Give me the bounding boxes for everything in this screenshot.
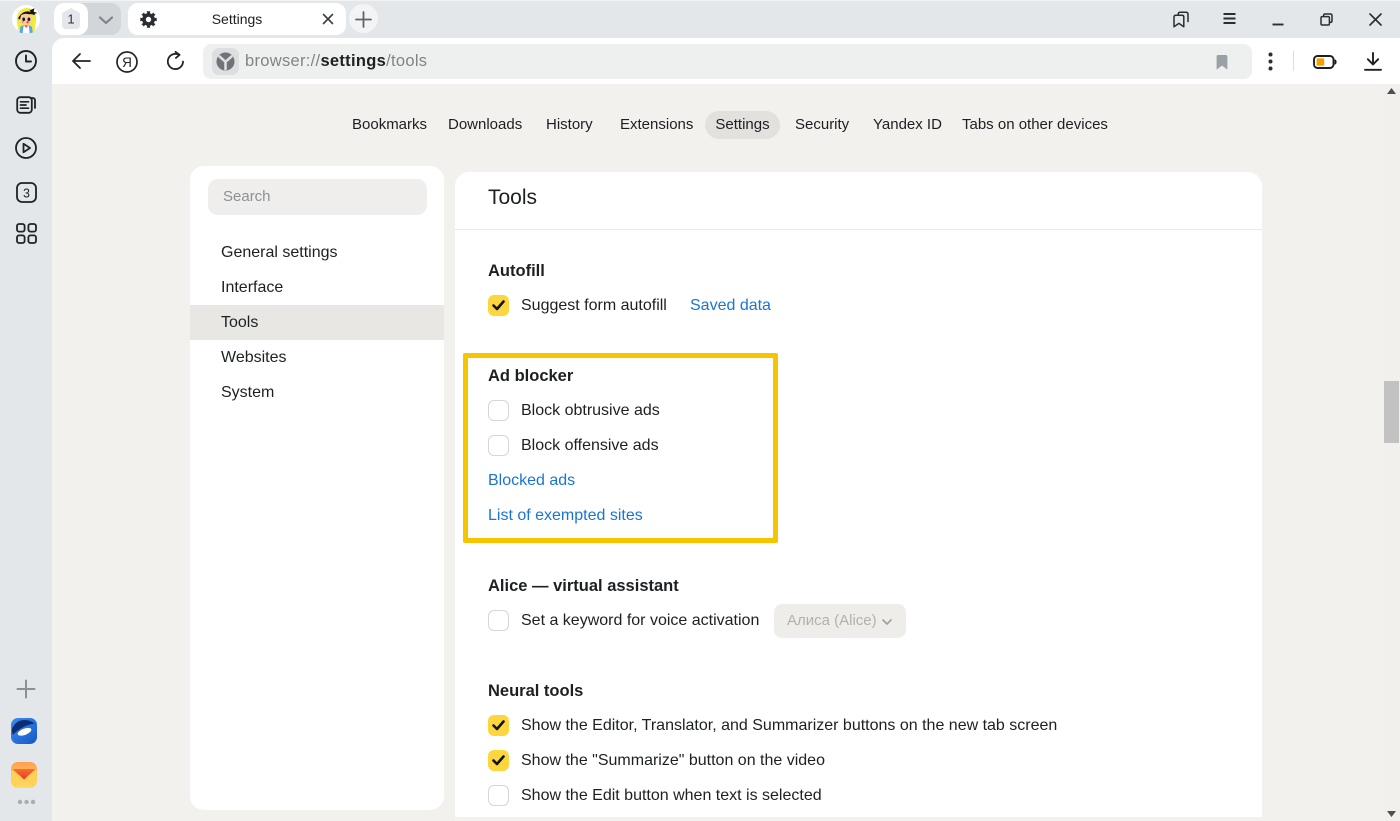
svg-text:3: 3	[23, 186, 30, 200]
svg-text:1: 1	[67, 12, 74, 27]
svg-text:Я: Я	[122, 55, 132, 70]
